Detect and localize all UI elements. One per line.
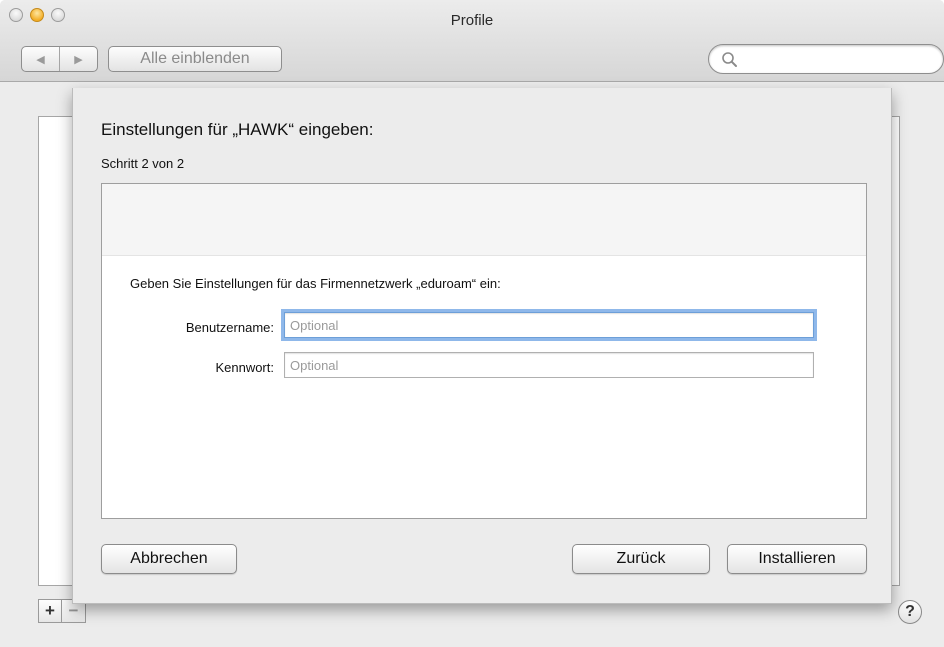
- search-icon: [722, 52, 737, 67]
- forward-button[interactable]: ▶: [59, 47, 97, 71]
- username-field[interactable]: [284, 312, 814, 338]
- network-instruction: Geben Sie Einstellungen für das Firmenne…: [130, 276, 501, 291]
- window-title: Profile: [450, 12, 494, 29]
- password-label: Kennwort:: [215, 360, 274, 375]
- settings-panel: Geben Sie Einstellungen für das Firmenne…: [101, 183, 867, 519]
- username-label: Benutzername:: [185, 320, 274, 335]
- back-button[interactable]: ◀: [22, 47, 59, 71]
- back-forward-control: ◀ ▶: [21, 46, 98, 72]
- back-step-button[interactable]: Zurück: [572, 544, 710, 574]
- sheet-title: Einstellungen für „HAWK“ eingeben:: [101, 120, 374, 139]
- show-all-button[interactable]: Alle einblenden: [108, 46, 282, 72]
- back-arrow-icon: ◀: [36, 53, 45, 66]
- password-field[interactable]: [284, 352, 814, 378]
- step-indicator: Schritt 2 von 2: [101, 156, 185, 171]
- search-field[interactable]: [708, 44, 944, 74]
- system-preferences-window: Profile ◀ ▶ Alle einblenden + − ? Einste…: [0, 0, 944, 647]
- title-bar: Profile ◀ ▶ Alle einblenden: [0, 0, 944, 82]
- add-profile-button[interactable]: +: [38, 599, 62, 623]
- cancel-button[interactable]: Abbrechen: [101, 544, 237, 574]
- panel-header-area: [102, 184, 866, 256]
- profile-install-sheet: Einstellungen für „HAWK“ eingeben: Schri…: [72, 88, 892, 604]
- help-button[interactable]: ?: [898, 600, 922, 624]
- install-button[interactable]: Installieren: [727, 544, 867, 574]
- forward-arrow-icon: ▶: [74, 53, 83, 66]
